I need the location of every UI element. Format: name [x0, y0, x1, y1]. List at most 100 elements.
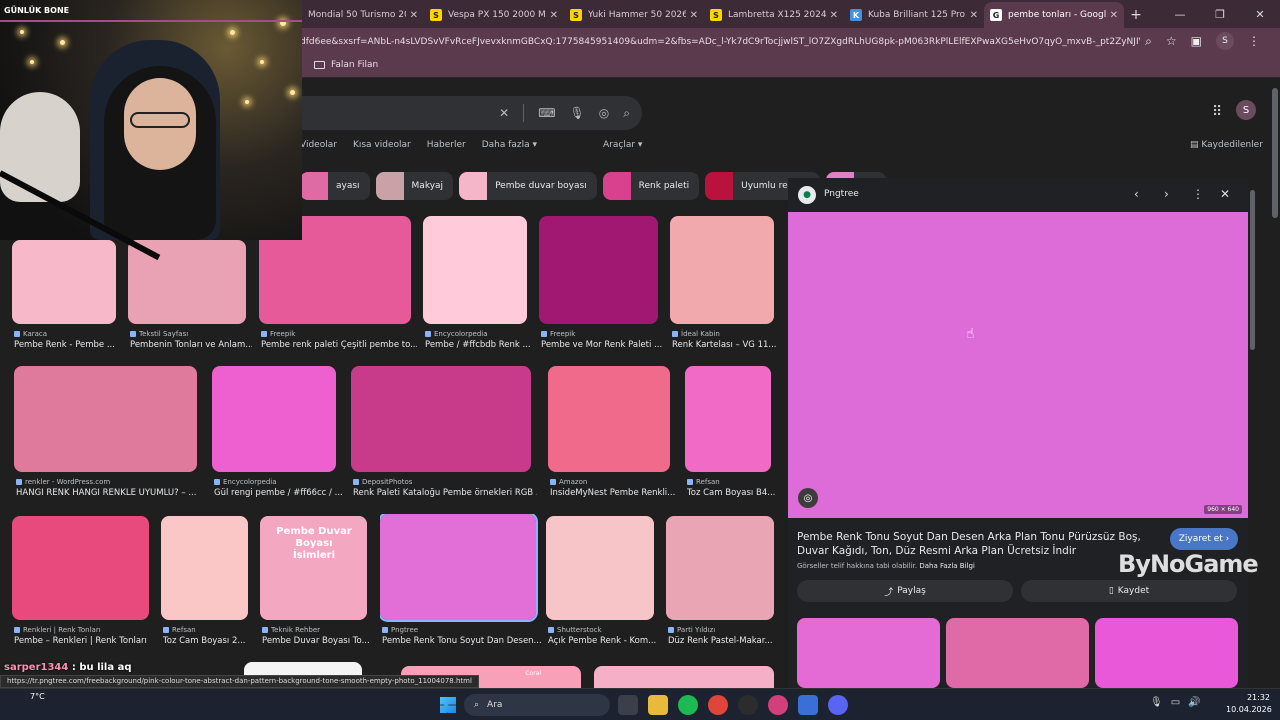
previous-icon[interactable]: ‹ [1134, 187, 1139, 201]
result-source[interactable]: Amazon [550, 478, 587, 486]
keyboard-icon[interactable]: ⌨ [538, 106, 555, 120]
image-result[interactable]: Encycolorpedia Gül rengi pembe / #ff66cc … [212, 366, 342, 502]
image-result[interactable]: İdeal Kabin Renk Kartelası – VG 11... [670, 216, 780, 354]
result-source[interactable]: Renkleri | Renk Tonları [14, 626, 101, 634]
image-result[interactable]: Parti Yıldızı Düz Renk Pastel-Makar... [666, 516, 780, 650]
next-icon[interactable]: › [1164, 187, 1169, 201]
result-title[interactable]: Toz Cam Boyası 2... [163, 636, 254, 646]
scrollbar-thumb[interactable] [1272, 88, 1278, 218]
result-thumbnail[interactable] [685, 366, 771, 472]
result-thumbnail[interactable] [423, 216, 527, 324]
result-source[interactable]: Shutterstock [548, 626, 602, 634]
image-result[interactable]: Pembe Duvar Boyası İsimleri Teknik Rehber… [260, 516, 373, 650]
result-source[interactable]: Encycolorpedia [214, 478, 277, 486]
image-result[interactable]: Renkleri | Renk Tonları Pembe – Renkleri … [12, 516, 155, 650]
saved-link[interactable]: ▤ Kaydedilenler [1190, 140, 1263, 150]
result-title[interactable]: Pembe ve Mor Renk Paleti ... [541, 340, 664, 350]
file-explorer-icon[interactable] [648, 695, 668, 715]
image-result[interactable]: Encycolorpedia Pembe / #ffcbdb Renk ... [423, 216, 533, 354]
browser-tab[interactable]: S Yuki Hammer 50 2026 Mo ✕ [564, 2, 704, 28]
visit-button[interactable]: Ziyaret et › [1170, 528, 1238, 550]
browser-tab[interactable]: S Vespa PX 150 2000 Mode ✕ [424, 2, 564, 28]
mic-icon[interactable]: 🎙 [1150, 697, 1163, 708]
refinement-chip[interactable]: Renk paleti [602, 172, 700, 200]
zoom-icon[interactable]: ⌕ [1145, 34, 1152, 49]
mic-icon[interactable]: 🎙 [570, 106, 585, 120]
search-box[interactable]: ✕ ⌨ 🎙 ◎ ⌕ [290, 96, 642, 130]
search-tab[interactable]: Daha fazla ▾ [482, 140, 537, 150]
chrome-icon[interactable] [708, 695, 728, 715]
url-field[interactable]: dfd6ee&sxsrf=ANbL-n4sLVDSvVFvRceFJvevxkn… [300, 32, 1140, 52]
discord-icon[interactable] [828, 695, 848, 715]
menu-icon[interactable]: ⋮ [1248, 34, 1260, 48]
weather-widget[interactable]: 7°C [30, 692, 45, 701]
image-result[interactable]: Refsan Toz Cam Boyası 2... [161, 516, 254, 650]
browser-tab[interactable]: K Kuba Brilliant 125 Pro - G ✕ [844, 2, 984, 28]
result-title[interactable]: Renk Kartelası – VG 11... [672, 340, 780, 350]
result-thumbnail[interactable] [12, 240, 116, 324]
image-result[interactable]: renkler - WordPress.com HANGİ RENK HANGİ … [14, 366, 203, 502]
refinement-chip[interactable]: Makyaj [375, 172, 454, 200]
result-source[interactable]: Teknik Rehber [262, 626, 320, 634]
clock[interactable]: 21:32 10.04.2026 [1226, 692, 1272, 716]
result-title[interactable]: Renk Paleti Kataloğu Pembe örnekleri RGB… [353, 488, 537, 498]
search-icon[interactable]: ⌕ [623, 106, 630, 121]
search-tab[interactable]: Videolar [300, 140, 337, 150]
close-window-icon[interactable]: ✕ [1240, 0, 1280, 28]
result-source[interactable]: Tekstil Sayfası [130, 330, 188, 338]
result-thumbnail[interactable] [548, 366, 670, 472]
search-tab[interactable]: Haberler [427, 140, 466, 150]
result-source[interactable]: Refsan [687, 478, 720, 486]
result-thumbnail[interactable] [14, 366, 197, 472]
image-result[interactable]: Freepik Pembe ve Mor Renk Paleti ... [539, 216, 664, 354]
image-result[interactable]: Tekstil Sayfası Pembenin Tonları ve Anlam… [128, 240, 252, 354]
bookmark-star-icon[interactable]: ☆ [1166, 34, 1177, 48]
page-scrollbar[interactable] [1272, 84, 1278, 688]
result-thumbnail[interactable] [670, 216, 774, 324]
tab-close-icon[interactable]: ✕ [830, 10, 838, 21]
result-thumbnail[interactable]: Pembe Duvar Boyası İsimleri [260, 516, 367, 620]
network-icon[interactable]: ▭ [1171, 697, 1180, 708]
result-title[interactable]: Pembe Renk Tonu Soyut Dan Desen... [382, 636, 542, 646]
windows-start-icon[interactable] [440, 697, 456, 713]
apps-grid-icon[interactable]: ⠿ [1212, 104, 1222, 120]
search-tab[interactable]: Kısa videolar [353, 140, 411, 150]
profile-avatar[interactable]: S [1216, 32, 1234, 50]
image-result[interactable]: Karaca Pembe Renk - Pembe ... [12, 240, 122, 354]
image-result[interactable]: Amazon InsideMyNest Pembe Renkli... [548, 366, 676, 502]
result-title[interactable]: Toz Cam Boyası B4... [687, 488, 777, 498]
result-source[interactable]: Encycolorpedia [425, 330, 488, 338]
image-result[interactable]: Refsan Toz Cam Boyası B4... [685, 366, 777, 502]
close-panel-icon[interactable]: ✕ [1220, 187, 1230, 201]
browser-tab[interactable]: SMondial 50 Turismo 2026✕ [284, 2, 424, 28]
restore-icon[interactable]: ❐ [1200, 0, 1240, 28]
refinement-chip[interactable]: Pembe duvar boyası [459, 172, 597, 200]
result-title[interactable]: Pembe – Renkleri | Renk Tonları [14, 636, 155, 646]
google-avatar[interactable]: S [1236, 100, 1256, 120]
panel-site-name[interactable]: Pngtree [824, 189, 859, 199]
related-image[interactable] [797, 618, 940, 688]
tab-close-icon[interactable]: ✕ [690, 10, 698, 21]
image-result[interactable]: DepositPhotos Renk Paleti Kataloğu Pembe … [351, 366, 537, 502]
tab-close-icon[interactable]: ✕ [550, 10, 558, 21]
image-result[interactable]: Shutterstock Açık Pembe Renk - Kom... [546, 516, 660, 650]
result-thumbnail[interactable] [212, 366, 336, 472]
result-title[interactable]: Açık Pembe Renk - Kom... [548, 636, 660, 646]
result-title[interactable]: HANGİ RENK HANGİ RENKLE UYUMLU? – ... [16, 488, 203, 498]
taskbar-search[interactable]: ⌕ Ara [464, 694, 610, 716]
tab-close-icon[interactable]: ✕ [410, 10, 418, 21]
result-thumbnail[interactable] [546, 516, 654, 620]
result-source[interactable]: Karaca [14, 330, 47, 338]
preview-image[interactable]: ◎ 960 × 640 [788, 212, 1248, 518]
tools-button[interactable]: Araçlar ▾ [603, 140, 642, 150]
lens-icon[interactable]: ◎ [599, 106, 609, 120]
result-thumbnail[interactable] [380, 514, 538, 622]
image-result[interactable]: Pngtree Pembe Renk Tonu Soyut Dan Desen..… [380, 514, 542, 650]
result-title[interactable]: Pembe Renk - Pembe ... [14, 340, 122, 350]
refinement-chip[interactable]: ayası [300, 172, 370, 200]
bookmark-folder[interactable]: Falan Filan [314, 60, 378, 70]
result-thumbnail[interactable] [12, 516, 149, 620]
result-title[interactable]: Pembenin Tonları ve Anlam... [130, 340, 252, 350]
result-thumbnail[interactable] [351, 366, 531, 472]
preview-title[interactable]: Pembe Renk Tonu Soyut Dan Desen Arka Pla… [797, 530, 1157, 558]
